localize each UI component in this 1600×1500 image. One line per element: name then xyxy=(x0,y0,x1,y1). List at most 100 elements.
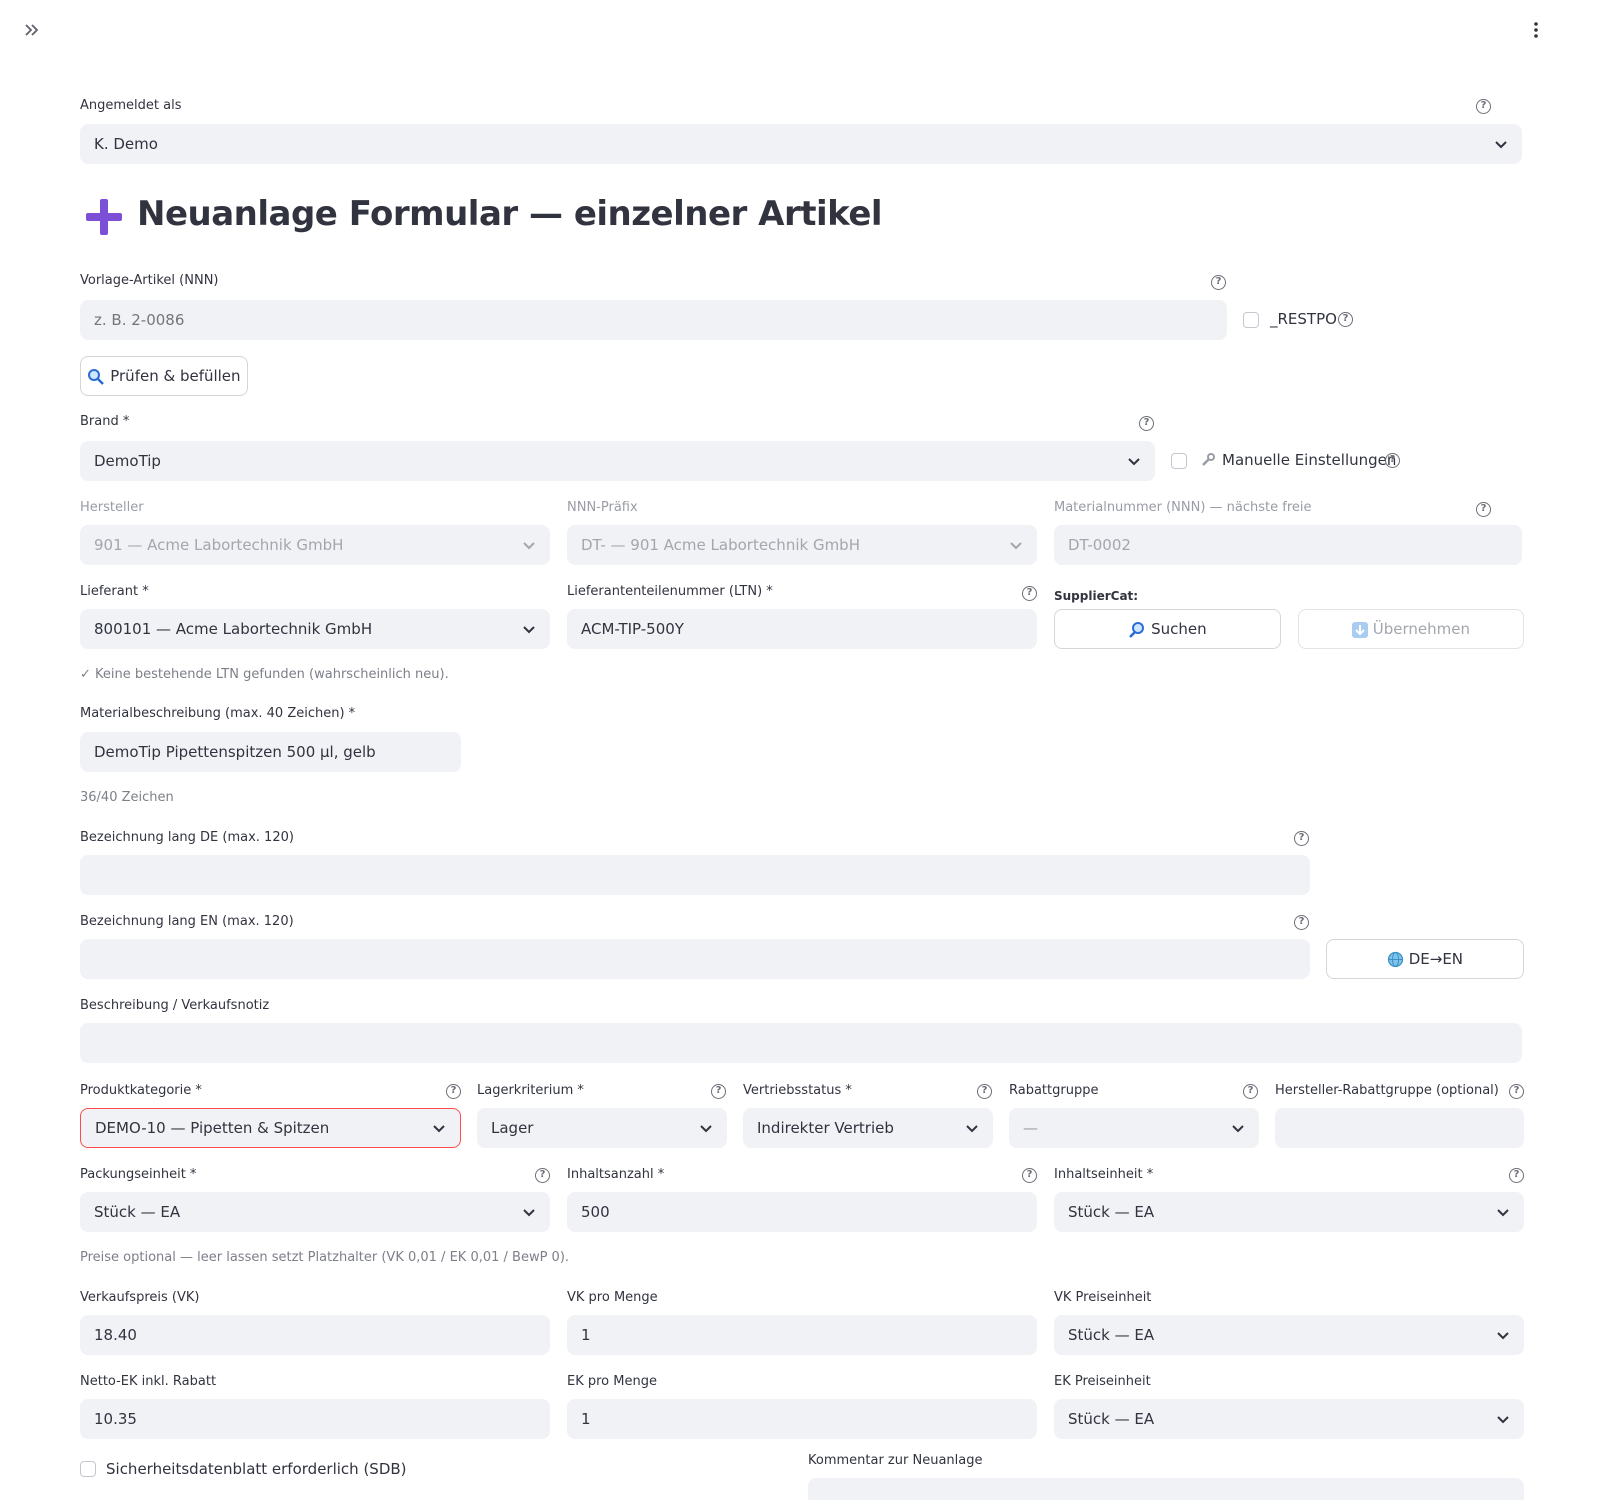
bez-de-help-icon[interactable]: ? xyxy=(1294,831,1309,846)
ltn-input[interactable]: ACM-TIP-500Y xyxy=(567,609,1037,649)
ek-input[interactable]: 10.35 xyxy=(80,1399,550,1439)
manual-settings-label: Manuelle Einstellungen xyxy=(1222,451,1397,469)
nnn-prefix-select: DT- — 901 Acme Labortechnik GmbH xyxy=(567,525,1037,565)
chevron-down-icon xyxy=(1128,458,1140,466)
nnn-prefix-value: DT- — 901 Acme Labortechnik GmbH xyxy=(581,536,860,554)
plus-icon xyxy=(84,197,124,237)
chevron-down-icon xyxy=(433,1125,445,1133)
vertriebsstatus-value: Indirekter Vertrieb xyxy=(757,1119,894,1137)
chevron-down-icon xyxy=(700,1125,712,1133)
vk-label: Verkaufspreis (VK) xyxy=(80,1290,200,1305)
vertriebsstatus-label: Vertriebsstatus * xyxy=(743,1083,852,1098)
restpo-label: _RESTPO xyxy=(1270,310,1337,328)
magnifier-icon xyxy=(1129,621,1145,638)
rabattgruppe-select[interactable]: — xyxy=(1009,1108,1259,1148)
packungseinheit-label: Packungseinheit * xyxy=(80,1167,197,1182)
ltn-hint: ✓ Keine bestehende LTN gefunden (wahrsch… xyxy=(80,667,449,682)
packungseinheit-help-icon[interactable]: ? xyxy=(535,1168,550,1183)
chevron-down-icon xyxy=(1497,1416,1509,1424)
ek-menge-input[interactable]: 1 xyxy=(567,1399,1037,1439)
sdb-checkbox[interactable] xyxy=(80,1461,96,1477)
inhaltseinheit-select[interactable]: Stück — EA xyxy=(1054,1192,1524,1232)
lagerkriterium-select[interactable]: Lager xyxy=(477,1108,727,1148)
inhaltseinheit-help-icon[interactable]: ? xyxy=(1509,1168,1524,1183)
ek-einheit-label: EK Preiseinheit xyxy=(1054,1374,1151,1389)
restpo-checkbox[interactable] xyxy=(1243,312,1259,328)
materialbeschreibung-input[interactable]: DemoTip Pipettenspitzen 500 µl, gelb xyxy=(80,732,461,772)
restpo-help-icon[interactable]: ? xyxy=(1338,312,1353,327)
inhaltsanzahl-input[interactable]: 500 xyxy=(567,1192,1037,1232)
lagerkriterium-help-icon[interactable]: ? xyxy=(711,1084,726,1099)
manual-settings-help-icon[interactable]: ? xyxy=(1385,453,1400,468)
chevron-down-icon xyxy=(523,626,535,634)
main-menu-icon[interactable] xyxy=(1530,20,1542,40)
inhaltsanzahl-label: Inhaltsanzahl * xyxy=(567,1167,665,1182)
brand-select[interactable]: DemoTip xyxy=(80,441,1155,481)
beschreibung-input[interactable] xyxy=(80,1023,1522,1063)
chevron-down-icon xyxy=(1497,1209,1509,1217)
inhaltsanzahl-help-icon[interactable]: ? xyxy=(1022,1168,1037,1183)
packungseinheit-select[interactable]: Stück — EA xyxy=(80,1192,550,1232)
lagerkriterium-label: Lagerkriterium * xyxy=(477,1083,584,1098)
vertriebsstatus-help-icon[interactable]: ? xyxy=(977,1084,992,1099)
hersteller-rabattgruppe-help-icon[interactable]: ? xyxy=(1509,1084,1524,1099)
magnifier-icon xyxy=(88,368,105,385)
vorlage-label: Vorlage-Artikel (NNN) xyxy=(80,273,219,288)
bez-de-input[interactable] xyxy=(80,855,1310,895)
globe-icon xyxy=(1387,951,1404,968)
vk-einheit-select[interactable]: Stück — EA xyxy=(1054,1315,1524,1355)
rabattgruppe-value: — xyxy=(1023,1119,1038,1137)
suppliercat-label: SupplierCat: xyxy=(1054,589,1139,603)
inhaltseinheit-label: Inhaltseinheit * xyxy=(1054,1167,1154,1182)
bez-en-label: Bezeichnung lang EN (max. 120) xyxy=(80,914,294,929)
wrench-icon xyxy=(1200,452,1216,468)
rabattgruppe-label: Rabattgruppe xyxy=(1009,1083,1099,1098)
suppliercat-apply-button[interactable]: Übernehmen xyxy=(1298,609,1524,649)
char-counter: 36/40 Zeichen xyxy=(80,790,174,805)
bez-en-help-icon[interactable]: ? xyxy=(1294,915,1309,930)
kommentar-textarea[interactable] xyxy=(808,1478,1524,1500)
hersteller-rabattgruppe-input[interactable] xyxy=(1275,1108,1524,1148)
vk-input[interactable]: 18.40 xyxy=(80,1315,550,1355)
lieferant-select[interactable]: 800101 — Acme Labortechnik GmbH xyxy=(80,609,550,649)
chevron-down-icon xyxy=(523,1209,535,1217)
sidebar-expand-icon[interactable] xyxy=(22,20,42,40)
materialnummer-help-icon[interactable]: ? xyxy=(1476,502,1491,517)
ltn-help-icon[interactable]: ? xyxy=(1022,586,1037,601)
produktkategorie-select[interactable]: DEMO-10 — Pipetten & Spitzen xyxy=(80,1108,461,1148)
brand-label: Brand * xyxy=(80,414,130,429)
lagerkriterium-value: Lager xyxy=(491,1119,534,1137)
produktkategorie-help-icon[interactable]: ? xyxy=(446,1084,461,1099)
hersteller-select: 901 — Acme Labortechnik GmbH xyxy=(80,525,550,565)
hersteller-value: 901 — Acme Labortechnik GmbH xyxy=(94,536,344,554)
suppliercat-apply-label: Übernehmen xyxy=(1372,620,1470,638)
vorlage-help-icon[interactable]: ? xyxy=(1211,275,1226,290)
login-value: K. Demo xyxy=(94,135,158,153)
rabattgruppe-help-icon[interactable]: ? xyxy=(1243,1084,1258,1099)
download-icon xyxy=(1351,621,1368,638)
login-help-icon[interactable]: ? xyxy=(1476,99,1491,114)
hersteller-label: Hersteller xyxy=(80,500,144,515)
lieferant-label: Lieferant * xyxy=(80,584,149,599)
hersteller-rabattgruppe-label: Hersteller-Rabattgruppe (optional) xyxy=(1275,1083,1499,1098)
lieferant-value: 800101 — Acme Labortechnik GmbH xyxy=(94,620,373,638)
vertriebsstatus-select[interactable]: Indirekter Vertrieb xyxy=(743,1108,993,1148)
ek-einheit-select[interactable]: Stück — EA xyxy=(1054,1399,1524,1439)
translate-button[interactable]: DE→EN xyxy=(1326,939,1524,979)
suppliercat-search-button[interactable]: Suchen xyxy=(1054,609,1281,649)
chevron-down-icon xyxy=(523,542,535,550)
ek-menge-label: EK pro Menge xyxy=(567,1374,657,1389)
check-fill-button[interactable]: Prüfen & befüllen xyxy=(80,356,248,396)
login-select[interactable]: K. Demo xyxy=(80,124,1522,164)
vk-einheit-value: Stück — EA xyxy=(1068,1326,1155,1344)
bez-de-label: Bezeichnung lang DE (max. 120) xyxy=(80,830,294,845)
manual-settings-checkbox[interactable] xyxy=(1171,453,1187,469)
chevron-down-icon xyxy=(966,1125,978,1133)
brand-help-icon[interactable]: ? xyxy=(1139,416,1154,431)
chevron-down-icon xyxy=(1497,1332,1509,1340)
vorlage-input[interactable] xyxy=(80,300,1227,340)
vk-menge-input[interactable]: 1 xyxy=(567,1315,1037,1355)
materialnummer-input: DT-0002 xyxy=(1054,525,1522,565)
bez-en-input[interactable] xyxy=(80,939,1310,979)
sdb-label: Sicherheitsdatenblatt erforderlich (SDB) xyxy=(106,1460,407,1478)
